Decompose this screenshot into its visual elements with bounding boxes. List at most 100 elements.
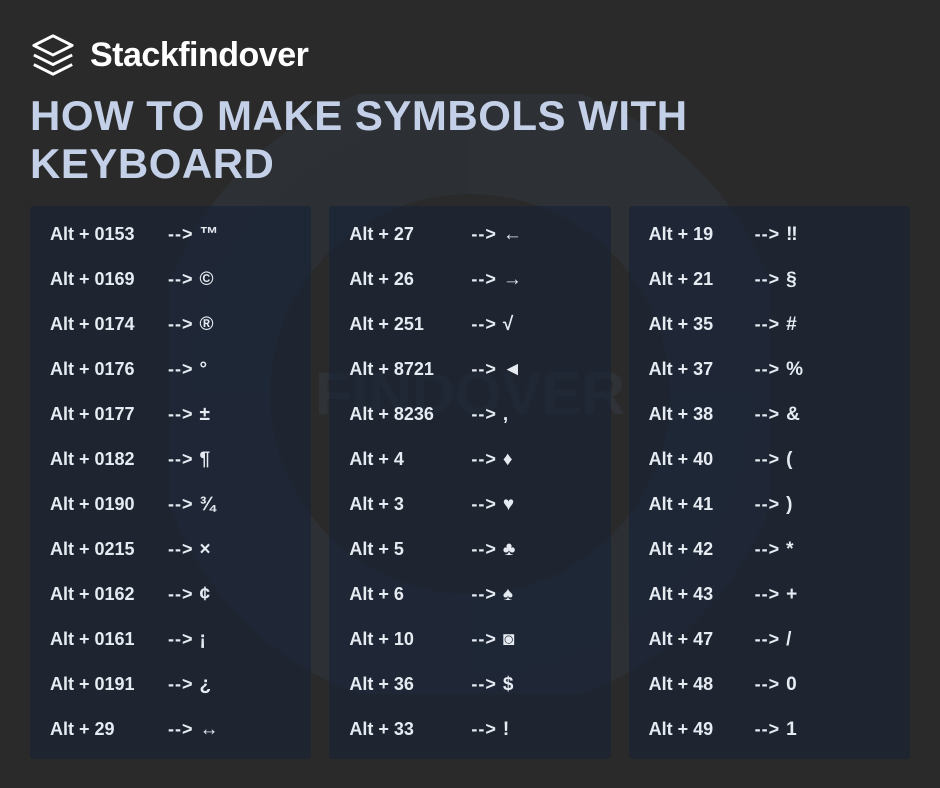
symbol-row: Alt + 10-->◙ — [349, 629, 594, 651]
symbol-row: Alt + 0182-->¶ — [50, 449, 295, 471]
key-combo: Alt + 48 — [649, 674, 749, 695]
key-combo: Alt + 27 — [349, 224, 465, 245]
symbol-row: Alt + 0162-->¢ — [50, 584, 295, 606]
result-symbol: ¡ — [200, 629, 206, 651]
arrow-separator: --> — [471, 719, 497, 740]
key-combo: Alt + 0153 — [50, 224, 162, 245]
arrow-separator: --> — [755, 224, 781, 245]
key-combo: Alt + 41 — [649, 494, 749, 515]
arrow-separator: --> — [755, 404, 781, 425]
arrow-separator: --> — [168, 719, 194, 740]
key-combo: Alt + 3 — [349, 494, 465, 515]
arrow-separator: --> — [168, 629, 194, 650]
symbol-row: Alt + 0174-->® — [50, 314, 295, 336]
arrow-separator: --> — [755, 314, 781, 335]
brand-name: Stackfindover — [90, 36, 308, 75]
result-symbol: ♣ — [503, 539, 515, 561]
arrow-separator: --> — [471, 674, 497, 695]
key-combo: Alt + 26 — [349, 269, 465, 290]
result-symbol: ¶ — [200, 449, 211, 471]
arrow-separator: --> — [471, 269, 497, 290]
symbol-row: Alt + 21 -->§ — [649, 269, 894, 291]
result-symbol: % — [786, 359, 803, 381]
arrow-separator: --> — [755, 269, 781, 290]
key-combo: Alt + 0190 — [50, 494, 162, 515]
key-combo: Alt + 47 — [649, 629, 749, 650]
result-symbol: ! — [503, 719, 509, 741]
result-symbol: § — [786, 269, 797, 291]
result-symbol: ° — [200, 359, 208, 381]
arrow-separator: --> — [168, 404, 194, 425]
symbol-row: Alt + 27-->← — [349, 224, 594, 246]
key-combo: Alt + 8236 — [349, 404, 465, 425]
result-symbol: ♦ — [503, 449, 513, 471]
symbol-row: Alt + 43-->+ — [649, 584, 894, 606]
result-symbol: & — [786, 404, 800, 426]
key-combo: Alt + 0174 — [50, 314, 162, 335]
arrow-separator: --> — [755, 719, 781, 740]
result-symbol: ¾ — [200, 494, 216, 516]
symbol-row: Alt + 0176-->° — [50, 359, 295, 381]
arrow-separator: --> — [471, 449, 497, 470]
result-symbol: ¢ — [200, 584, 211, 606]
key-combo: Alt + 0177 — [50, 404, 162, 425]
arrow-separator: --> — [168, 359, 194, 380]
symbol-row: Alt + 19-->‼ — [649, 224, 894, 246]
key-combo: Alt + 29 — [50, 719, 162, 740]
symbol-row: Alt + 41 -->) — [649, 494, 894, 516]
key-combo: Alt + 0191 — [50, 674, 162, 695]
symbol-row: Alt + 8721-->◄ — [349, 359, 594, 381]
symbol-row: Alt + 0190 --> ¾ — [50, 494, 295, 516]
symbol-row: Alt + 5 --> ♣ — [349, 539, 594, 561]
arrow-separator: --> — [755, 674, 781, 695]
key-combo: Alt + 0161 — [50, 629, 162, 650]
key-combo: Alt + 4 — [349, 449, 465, 470]
key-combo: Alt + 21 — [649, 269, 749, 290]
arrow-separator: --> — [755, 629, 781, 650]
symbol-row: Alt + 0177-->± — [50, 404, 295, 426]
arrow-separator: --> — [471, 539, 497, 560]
symbol-row: Alt + 37-->% — [649, 359, 894, 381]
symbol-row: Alt + 0153-->™ — [50, 224, 295, 246]
result-symbol: ® — [200, 314, 214, 336]
result-symbol: → — [503, 269, 522, 291]
result-symbol: 0 — [786, 674, 797, 696]
key-combo: Alt + 0215 — [50, 539, 162, 560]
arrow-separator: --> — [471, 494, 497, 515]
arrow-separator: --> — [168, 674, 194, 695]
symbol-row: Alt + 35--># — [649, 314, 894, 336]
result-symbol: ‼ — [786, 224, 797, 246]
brand-header: Stackfindover — [30, 32, 910, 78]
symbol-row: Alt + 0169-->© — [50, 269, 295, 291]
stack-layers-icon — [30, 32, 76, 78]
result-symbol: ↔ — [200, 719, 219, 741]
arrow-separator: --> — [755, 494, 781, 515]
result-symbol: ♥ — [503, 494, 514, 516]
arrow-separator: --> — [755, 449, 781, 470]
key-combo: Alt + 8721 — [349, 359, 465, 380]
result-symbol: ◄ — [503, 359, 522, 381]
symbol-row: Alt + 36-->$ — [349, 674, 594, 696]
result-symbol: ← — [503, 224, 522, 246]
symbol-row: Alt + 3 --> ♥ — [349, 494, 594, 516]
symbol-row: Alt + 251-->√ — [349, 314, 594, 336]
result-symbol: $ — [503, 674, 514, 696]
key-combo: Alt + 5 — [349, 539, 465, 560]
symbol-column-2: Alt + 27-->←Alt + 26-->→Alt + 251-->√Alt… — [329, 206, 610, 759]
symbol-row: Alt + 47-->/ — [649, 629, 894, 651]
result-symbol: × — [200, 539, 211, 561]
key-combo: Alt + 0182 — [50, 449, 162, 470]
arrow-separator: --> — [755, 359, 781, 380]
arrow-separator: --> — [168, 494, 194, 515]
arrow-separator: --> — [755, 539, 781, 560]
result-symbol: ♠ — [503, 584, 513, 606]
arrow-separator: --> — [471, 314, 497, 335]
symbol-row: Alt + 49-->1 — [649, 719, 894, 741]
arrow-separator: --> — [471, 404, 497, 425]
key-combo: Alt + 42 — [649, 539, 749, 560]
symbol-column-3: Alt + 19-->‼Alt + 21-->§Alt + 35-->#Alt … — [629, 206, 910, 759]
symbol-row: Alt + 0161 --> ¡ — [50, 629, 295, 651]
result-symbol: ) — [786, 494, 792, 516]
result-symbol: √ — [503, 314, 513, 336]
symbol-row: Alt + 29 --> ↔ — [50, 719, 295, 741]
